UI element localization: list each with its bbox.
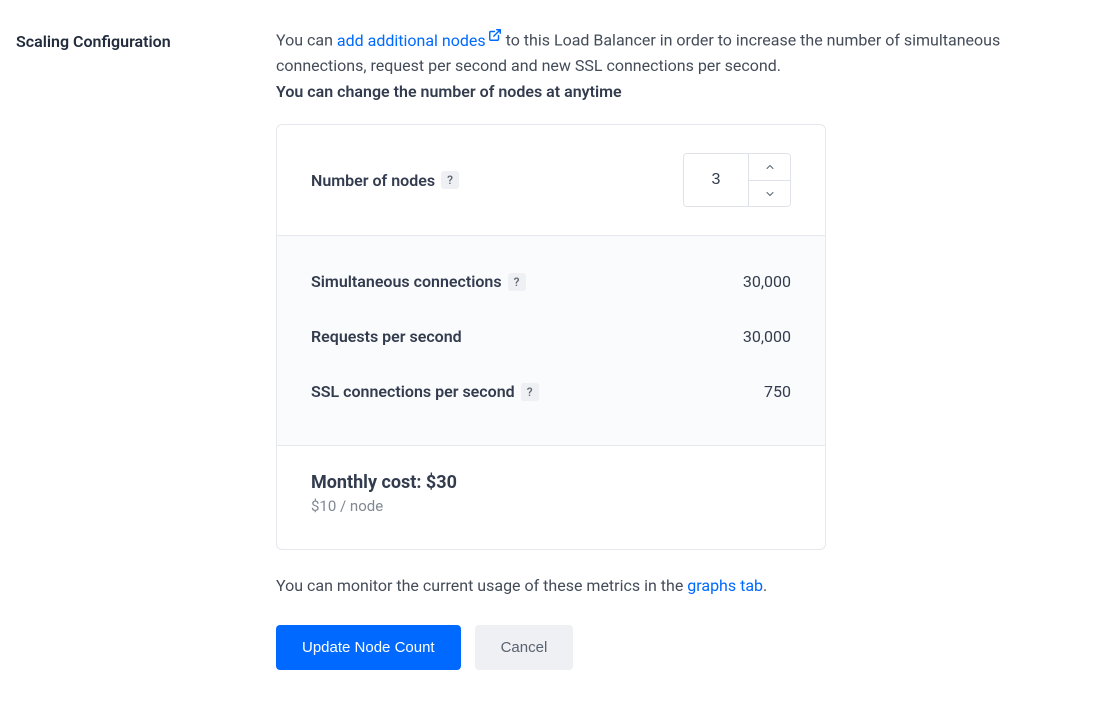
- help-icon[interactable]: ?: [521, 383, 539, 401]
- help-icon[interactable]: ?: [508, 273, 526, 291]
- intro-prefix: You can: [276, 31, 337, 50]
- scaling-card: Number of nodes ?: [276, 124, 826, 550]
- cancel-button[interactable]: Cancel: [475, 625, 574, 670]
- external-link-icon: [488, 24, 502, 50]
- section-title: Scaling Configuration: [16, 32, 276, 51]
- metric-row-ssl: SSL connections per second ? 750: [311, 364, 791, 419]
- nodes-label: Number of nodes ?: [311, 171, 459, 190]
- nodes-input[interactable]: [684, 154, 748, 206]
- chevron-up-icon: [764, 161, 776, 173]
- nodes-stepper: [683, 153, 791, 207]
- nodes-increment-button[interactable]: [749, 154, 790, 181]
- footer-text: You can monitor the current usage of the…: [276, 576, 1076, 595]
- metrics-section: Simultaneous connections ? 30,000 Reques…: [277, 235, 825, 445]
- ssl-value: 750: [764, 382, 791, 401]
- sim-conn-label: Simultaneous connections ?: [311, 272, 526, 291]
- cost-title: Monthly cost: $30: [311, 472, 791, 493]
- nodes-decrement-button[interactable]: [749, 181, 790, 207]
- graphs-tab-link[interactable]: graphs tab: [687, 576, 763, 595]
- add-nodes-link[interactable]: add additional nodes: [337, 31, 502, 50]
- cost-per-node: $10 / node: [311, 497, 791, 515]
- help-icon[interactable]: ?: [441, 171, 459, 189]
- update-node-count-button[interactable]: Update Node Count: [276, 625, 461, 670]
- rps-value: 30,000: [743, 327, 791, 346]
- sim-conn-value: 30,000: [743, 272, 791, 291]
- intro-text: You can add additional nodes to this Loa…: [276, 24, 1076, 104]
- cost-section: Monthly cost: $30 $10 / node: [277, 445, 825, 549]
- intro-bold: You can change the number of nodes at an…: [276, 82, 622, 101]
- rps-label: Requests per second: [311, 327, 462, 346]
- chevron-down-icon: [764, 188, 776, 200]
- metric-row-sim-conn: Simultaneous connections ? 30,000: [311, 254, 791, 309]
- metric-row-rps: Requests per second 30,000: [311, 309, 791, 364]
- ssl-label: SSL connections per second ?: [311, 382, 539, 401]
